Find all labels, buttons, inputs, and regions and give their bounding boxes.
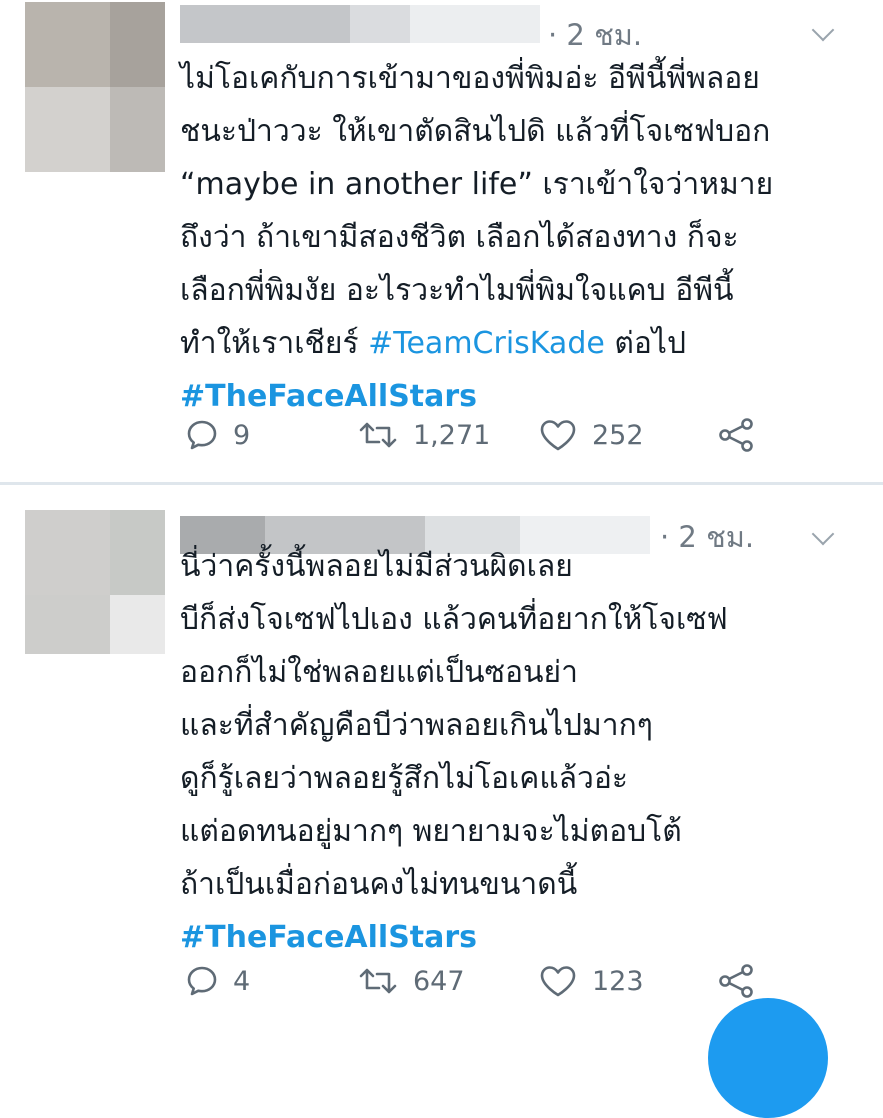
tweet-text-line: ออกก็ไม่ใช่พลอยแต่เป็นซอนย่า <box>180 655 578 690</box>
tweet-text-fragment: ทำให้เราเชียร์ <box>180 326 369 361</box>
retweet-button[interactable]: 647 <box>357 959 465 1003</box>
reply-button[interactable]: 4 <box>185 959 250 1003</box>
tweet-text-line: เลือกพี่พิมงัย อะไรวะทำไมพี่พิมใจแคบ อีพ… <box>180 273 734 308</box>
like-count: 123 <box>592 965 644 997</box>
tweet-text: ไม่โอเคกับการเข้ามาของพี่พิมอ่ะ อีพีนี้พ… <box>180 52 860 423</box>
heart-icon <box>540 420 576 451</box>
avatar[interactable] <box>25 2 165 172</box>
tweet-actions: 9 1,271 252 <box>180 413 780 457</box>
reply-icon <box>187 420 217 450</box>
retweet-button[interactable]: 1,271 <box>357 413 490 457</box>
tweet[interactable]: · 2 ชม. ไม่โอเคกับการเข้ามาของพี่พิมอ่ะ … <box>0 0 883 482</box>
reply-count: 9 <box>233 419 251 451</box>
tweet-text-line: แต่อดทนอยู่มากๆ พยายามจะไม่ตอบโต้ <box>180 814 682 849</box>
like-button[interactable]: 252 <box>538 413 644 457</box>
retweet-icon <box>359 968 397 994</box>
retweet-count: 647 <box>413 965 465 997</box>
tweet-text-line: นี่ว่าครั้งนี้พลอยไม่มีส่วนผิดเลย <box>180 549 573 584</box>
like-count: 252 <box>592 419 644 451</box>
tweet-text-line: ทำให้เราเชียร์ #TeamCrisKade ต่อไป <box>180 317 860 370</box>
chevron-down-icon[interactable] <box>811 18 835 42</box>
hashtag-link[interactable]: #TheFaceAllStars <box>180 911 840 964</box>
tweet-text-line: ถ้าเป็นเมื่อก่อนคงไม่ทนขนาดนี้ <box>180 867 578 902</box>
compose-button[interactable] <box>708 998 828 1118</box>
like-button[interactable]: 123 <box>538 959 644 1003</box>
avatar[interactable] <box>25 510 165 654</box>
tweet-text-line: “maybe in another life” เราเข้าใจว่าหมาย <box>180 167 774 202</box>
share-icon <box>719 418 753 452</box>
tweet-text-line: ชนะป่าววะ ให้เขาตัดสินไปดิ แล้วที่โจเซฟบ… <box>180 114 771 149</box>
tweet-divider <box>0 482 883 485</box>
reply-count: 4 <box>233 965 251 997</box>
author-name-blurred[interactable] <box>180 5 540 43</box>
tweet-actions: 4 647 123 <box>180 959 780 1003</box>
retweet-count: 1,271 <box>413 419 491 451</box>
tweet-text-line: ถึงว่า ถ้าเขามีสองชีวิต เลือกได้สองทาง ก… <box>180 220 739 255</box>
tweet-text-fragment: ต่อไป <box>604 326 686 361</box>
tweet-text: นี่ว่าครั้งนี้พลอยไม่มีส่วนผิดเลย บีก็ส่… <box>180 540 840 964</box>
tweet[interactable]: · 2 ชม. นี่ว่าครั้งนี้พลอยไม่มีส่วนผิดเล… <box>0 486 883 1024</box>
tweet-text-line: ดูก็รู้เลยว่าพลอยรู้สึกไม่โอเคแล้วอ่ะ <box>180 761 629 796</box>
hashtag-link[interactable]: #TeamCrisKade <box>368 326 605 361</box>
tweet-text-line: บีก็ส่งโจเซฟไปเอง แล้วคนที่อยากให้โจเซฟ <box>180 602 728 637</box>
share-icon <box>719 964 753 998</box>
tweet-text-line: และที่สำคัญคือบีว่าพลอยเกินไปมากๆ <box>180 708 653 743</box>
reply-button[interactable]: 9 <box>185 413 250 457</box>
retweet-icon <box>359 422 397 448</box>
reply-icon <box>187 966 217 996</box>
share-button[interactable] <box>717 959 755 1003</box>
tweet-text-line: ไม่โอเคกับการเข้ามาของพี่พิมอ่ะ อีพีนี้พ… <box>180 61 760 96</box>
share-button[interactable] <box>717 413 755 457</box>
heart-icon <box>540 966 576 997</box>
